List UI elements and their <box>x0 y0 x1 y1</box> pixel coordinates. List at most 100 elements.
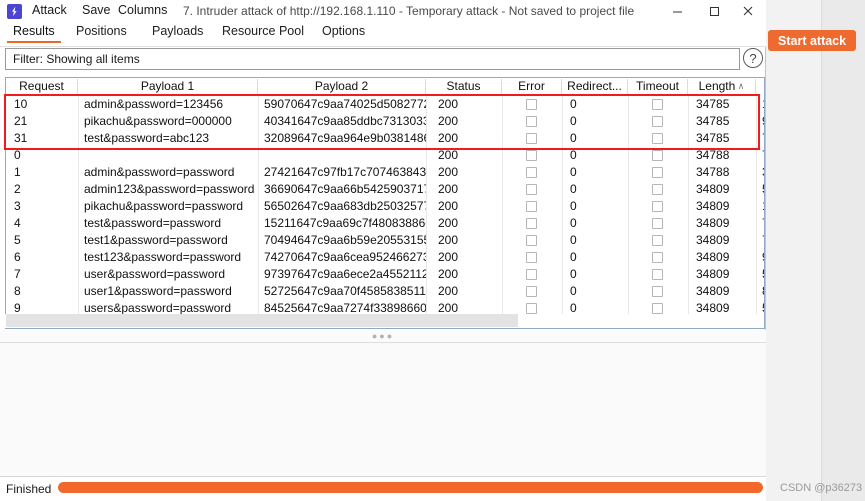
column-header-length[interactable]: Length ∧ <box>688 79 756 96</box>
close-icon[interactable] <box>728 0 768 22</box>
cell-redirect: 0 <box>570 148 577 162</box>
cell-checkbox-error[interactable] <box>526 218 537 229</box>
cell-checkbox-error[interactable] <box>526 269 537 280</box>
filter-bar[interactable]: Filter: Showing all items <box>5 48 740 70</box>
cell-checkbox-timeout[interactable] <box>652 99 663 110</box>
table-row[interactable]: 6 test123&password=password 74270647c9aa6c… <box>6 249 764 266</box>
cell-status: 200 <box>438 216 459 230</box>
cell-request: 10 <box>14 97 28 111</box>
menu-columns[interactable]: Columns <box>118 3 167 17</box>
cell-checkbox-timeout[interactable] <box>652 150 663 161</box>
column-divider <box>756 198 757 215</box>
cell-checkbox-timeout[interactable] <box>652 133 663 144</box>
cell-status: 200 <box>438 114 459 128</box>
minimize-icon[interactable] <box>657 0 697 22</box>
cell-checkbox-timeout[interactable] <box>652 252 663 263</box>
cell-status: 200 <box>438 97 459 111</box>
cell-checkbox-timeout[interactable] <box>652 218 663 229</box>
column-divider <box>502 181 503 198</box>
column-header-label: Length <box>698 79 736 93</box>
tab-results[interactable]: Results <box>7 24 61 43</box>
cell-checkbox-error[interactable] <box>526 252 537 263</box>
cell-checkbox-timeout[interactable] <box>652 303 663 314</box>
cell-checkbox-error[interactable] <box>526 286 537 297</box>
table-row[interactable]: 7 user&password=password 97397647c9aa6ece2… <box>6 266 764 283</box>
cell-checkbox-timeout[interactable] <box>652 269 663 280</box>
tab-payloads[interactable]: Payloads <box>152 24 203 43</box>
table-row[interactable]: 10 admin&password=123456 59070647c9aa74025… <box>6 96 764 113</box>
column-divider <box>628 181 629 198</box>
column-header-request[interactable]: Request <box>6 79 78 96</box>
horizontal-scrollbar-thumb[interactable] <box>6 314 518 327</box>
sort-ascending-icon: ∧ <box>735 81 745 91</box>
pane-splitter-handle[interactable]: ●●● <box>0 330 766 342</box>
cell-payload2: 97397647c9aa6ece2a455211203 <box>264 267 426 281</box>
column-divider <box>562 232 563 249</box>
column-header-status[interactable]: Status <box>426 79 502 96</box>
table-row[interactable]: 0 200 0 34788 78 <box>6 147 764 164</box>
table-row[interactable]: 2 admin123&password=password 36690647c9aa6… <box>6 181 764 198</box>
cell-redirect: 0 <box>570 284 577 298</box>
cell-length: 34809 <box>696 199 730 213</box>
column-divider <box>628 266 629 283</box>
cell-checkbox-timeout[interactable] <box>652 201 663 212</box>
column-header-payload1[interactable]: Payload 1 <box>78 79 258 96</box>
column-divider <box>78 283 79 300</box>
start-attack-button[interactable]: Start attack <box>768 30 857 51</box>
cell-checkbox-error[interactable] <box>526 150 537 161</box>
cell-request: 5 <box>14 233 21 247</box>
cell-length: 34809 <box>696 267 730 281</box>
table-row[interactable]: 31 test&password=abc123 32089647c9aa964e9b… <box>6 130 764 147</box>
column-header-payload2[interactable]: Payload 2 <box>258 79 426 96</box>
tab-resource-pool[interactable]: Resource Pool <box>222 24 304 43</box>
cell-words: 98 <box>762 113 764 130</box>
cell-request: 1 <box>14 165 21 179</box>
column-divider <box>78 113 79 130</box>
cell-checkbox-timeout[interactable] <box>652 116 663 127</box>
table-row[interactable]: 3 pikachu&password=password 56502647c9aa68… <box>6 198 764 215</box>
column-divider <box>426 147 427 164</box>
column-divider <box>756 181 757 198</box>
column-header-redirect[interactable]: Redirect... <box>562 79 628 96</box>
cell-payload1: admin&password=password <box>84 165 235 179</box>
table-row[interactable]: 8 user1&password=password 52725647c9aa70f4… <box>6 283 764 300</box>
cell-checkbox-error[interactable] <box>526 303 537 314</box>
cell-payload1: test&password=abc123 <box>84 131 210 145</box>
cell-checkbox-error[interactable] <box>526 184 537 195</box>
screen-root: Attack Save Columns 7. Intruder attack o… <box>0 0 865 501</box>
cell-checkbox-error[interactable] <box>526 99 537 110</box>
cell-words: 84 <box>762 283 764 300</box>
column-header-words[interactable]: v <box>756 79 764 96</box>
column-header-timeout[interactable]: Timeout <box>628 79 688 96</box>
column-divider <box>258 198 259 215</box>
column-divider <box>502 198 503 215</box>
tab-options[interactable]: Options <box>322 24 365 43</box>
table-row[interactable]: 1 admin&password=password 27421647c97fb17c… <box>6 164 764 181</box>
column-header-label: Redirect... <box>567 79 622 93</box>
column-divider <box>78 181 79 198</box>
cell-checkbox-error[interactable] <box>526 133 537 144</box>
cell-request: 8 <box>14 284 21 298</box>
tab-positions[interactable]: Positions <box>76 24 127 43</box>
cell-checkbox-timeout[interactable] <box>652 235 663 246</box>
table-row[interactable]: 4 test&password=password 15211647c9aa69c7f… <box>6 215 764 232</box>
cell-checkbox-error[interactable] <box>526 201 537 212</box>
cell-checkbox-timeout[interactable] <box>652 184 663 195</box>
menu-save[interactable]: Save <box>82 3 111 17</box>
cell-payload1: admin123&password=password <box>84 182 255 196</box>
cell-checkbox-timeout[interactable] <box>652 167 663 178</box>
table-row[interactable]: 21 pikachu&password=000000 40341647c9aa85d… <box>6 113 764 130</box>
cell-checkbox-error[interactable] <box>526 116 537 127</box>
menu-attack[interactable]: Attack <box>32 3 67 17</box>
column-divider <box>628 130 629 147</box>
column-divider <box>628 215 629 232</box>
column-divider <box>756 164 757 181</box>
table-row[interactable]: 5 test1&password=password 70494647c9aa6b59… <box>6 232 764 249</box>
cell-checkbox-error[interactable] <box>526 167 537 178</box>
cell-checkbox-error[interactable] <box>526 235 537 246</box>
question-mark-icon[interactable]: ? <box>743 48 763 68</box>
column-header-error[interactable]: Error <box>502 79 562 96</box>
attack-results-table: Request Payload 1 Payload 2 Status Error Redi… <box>5 77 765 329</box>
cell-payload1: user1&password=password <box>84 284 232 298</box>
cell-checkbox-timeout[interactable] <box>652 286 663 297</box>
